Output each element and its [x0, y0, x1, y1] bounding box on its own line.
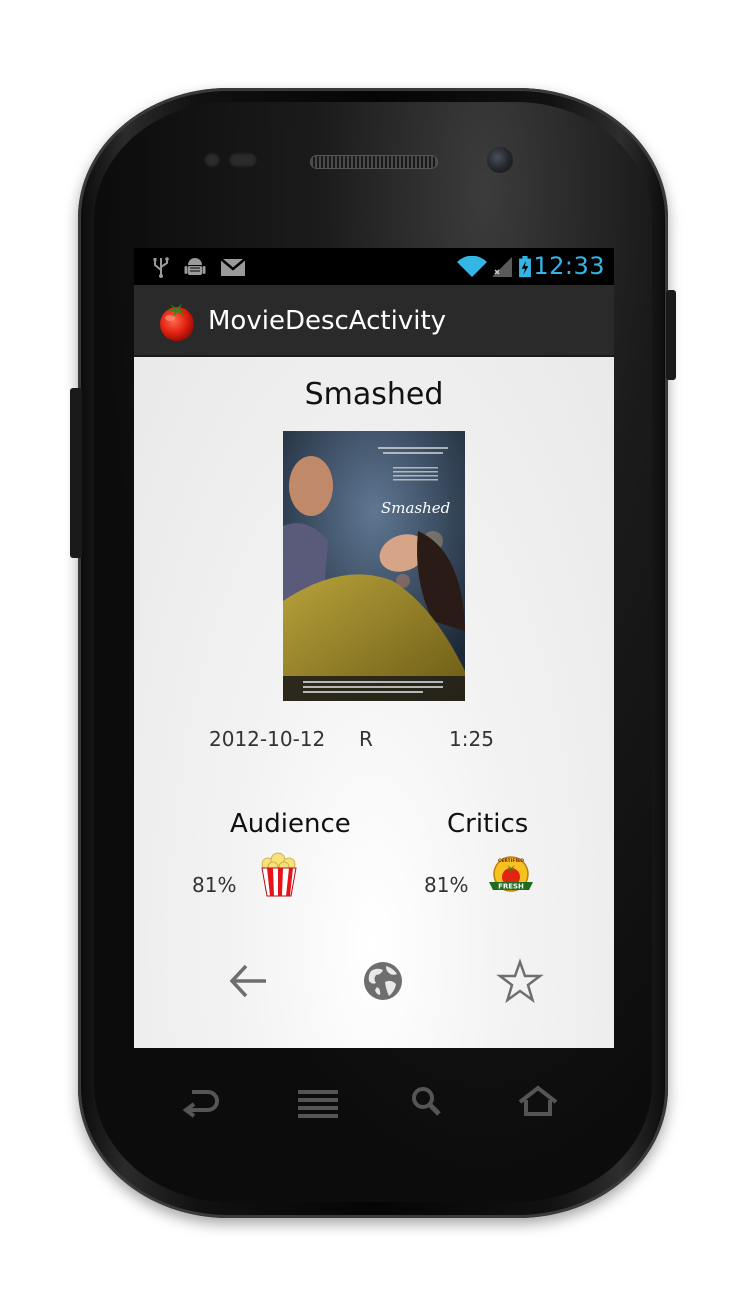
release-date: 2012-10-12: [209, 727, 326, 751]
power-button: [666, 290, 676, 380]
action-bar: MovieDescActivity: [134, 285, 614, 357]
search-key-icon: [412, 1087, 441, 1116]
hardware-home-key[interactable]: [514, 1082, 562, 1122]
home-key-icon: [518, 1085, 558, 1116]
runtime: 1:25: [449, 727, 494, 751]
gmail-icon: [220, 258, 246, 276]
front-camera: [487, 147, 513, 173]
audience-label: Audience: [230, 809, 351, 839]
poster-title-script: Smashed: [381, 499, 450, 517]
status-bar: 12:33: [134, 248, 614, 285]
globe-icon: [364, 962, 402, 1000]
open-website-button[interactable]: [359, 957, 407, 1005]
android-debug-icon: [184, 258, 206, 275]
screen: 12:33 MovieDescActivity Smashed Smashed …: [134, 248, 614, 1048]
critics-score: 81%: [424, 873, 469, 897]
hardware-back-key[interactable]: [178, 1082, 226, 1122]
tomato-icon[interactable]: [156, 300, 198, 342]
hardware-search-key[interactable]: [404, 1082, 452, 1122]
movie-title: Smashed: [304, 377, 444, 412]
menu-key-icon: [298, 1090, 338, 1118]
light-sensor: [228, 152, 258, 168]
back-button[interactable]: [224, 957, 272, 1005]
action-bar-title: MovieDescActivity: [208, 306, 447, 336]
popcorn-icon: [261, 852, 297, 897]
fresh-badge-text: FRESH: [498, 883, 524, 891]
certified-badge-text: CERTIFIED: [498, 858, 524, 864]
hardware-menu-key[interactable]: [294, 1082, 342, 1122]
back-arrow-icon: [229, 964, 266, 998]
back-key-icon: [182, 1090, 219, 1118]
audience-score: 81%: [192, 873, 237, 897]
usb-icon: [153, 257, 169, 278]
star-icon: [496, 958, 544, 1004]
proximity-sensor: [203, 152, 221, 168]
signal-no-service-icon: [492, 257, 512, 277]
movie-poster: Smashed: [283, 431, 465, 701]
mpaa-rating: R: [359, 727, 373, 751]
critics-label: Critics: [447, 809, 529, 839]
certified-fresh-icon: FRESH CERTIFIED: [489, 856, 533, 892]
battery-charging-icon: [519, 256, 531, 278]
volume-rocker: [70, 388, 82, 558]
favorite-button[interactable]: [496, 957, 544, 1005]
movie-detail-content: Smashed Smashed 2012-10-12 R 1:25 Audien…: [134, 357, 614, 1048]
status-clock: 12:33: [533, 252, 605, 280]
wifi-icon: [457, 256, 487, 277]
earpiece-speaker: [310, 155, 438, 169]
